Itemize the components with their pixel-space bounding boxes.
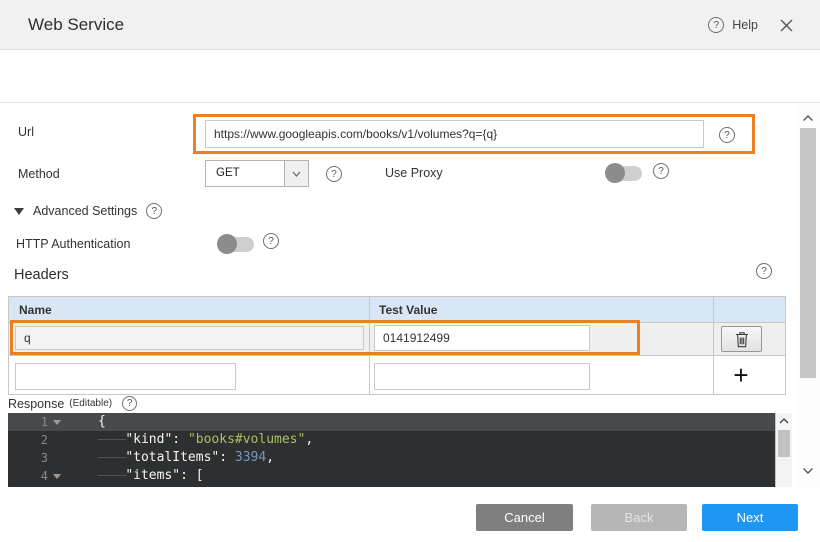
delete-row-button[interactable] xyxy=(721,326,762,352)
http-auth-help-icon[interactable]: ? xyxy=(263,233,279,249)
url-highlight-annotation xyxy=(193,114,755,154)
next-button[interactable]: Next xyxy=(702,504,798,531)
help-label[interactable]: Help xyxy=(732,18,758,32)
form-content: Url ? Method GET ? Use Proxy ? Advanced … xyxy=(0,104,820,487)
toggle-knob xyxy=(217,234,237,254)
dialog-footer: Cancel Back Next xyxy=(0,487,820,542)
method-select-value: GET xyxy=(206,161,284,186)
advanced-settings-help-icon[interactable]: ? xyxy=(146,203,162,219)
wizard-stepper: 1 2 Import WebService Configure WebServi… xyxy=(0,50,820,103)
caret-up-icon[interactable] xyxy=(801,110,815,128)
advanced-settings-label: Advanced Settings xyxy=(33,204,137,218)
use-proxy-help-icon[interactable]: ? xyxy=(653,163,669,179)
response-help-icon[interactable]: ? xyxy=(122,396,137,411)
http-auth-label: HTTP Authentication xyxy=(16,237,130,251)
advanced-settings-toggle[interactable]: Advanced Settings ? xyxy=(14,203,162,219)
headers-help-icon[interactable]: ? xyxy=(756,263,772,279)
back-button[interactable]: Back xyxy=(591,504,687,531)
code-line[interactable]: 3————"totalItems": 3394, xyxy=(8,449,775,467)
response-label: Response xyxy=(8,397,64,411)
code-line[interactable]: 1{ xyxy=(8,413,775,431)
help-icon[interactable]: ? xyxy=(708,17,724,33)
chevron-down-icon[interactable] xyxy=(284,161,308,186)
dialog-titlebar: Web Service ? Help xyxy=(0,0,820,50)
code-line[interactable]: 2————"kind": "books#volumes", xyxy=(8,431,775,449)
new-header-name-input[interactable] xyxy=(15,363,236,390)
caret-down-icon[interactable] xyxy=(801,463,815,481)
fold-arrow-icon[interactable] xyxy=(53,420,61,425)
toggle-knob xyxy=(605,163,625,183)
response-editable-note: (Editable) xyxy=(69,398,112,409)
code-line[interactable]: 4————"items": [ xyxy=(8,467,775,485)
code-lines[interactable]: 1{2————"kind": "books#volumes",3————"tot… xyxy=(8,413,775,487)
url-label: Url xyxy=(18,125,34,139)
http-auth-toggle[interactable] xyxy=(218,237,254,252)
caret-up-icon[interactable] xyxy=(778,415,790,430)
page-title: Web Service xyxy=(28,15,124,35)
content-scrollbar[interactable] xyxy=(798,104,818,487)
header-row-highlight-annotation xyxy=(10,320,640,355)
add-row-button[interactable]: + xyxy=(729,360,753,390)
plus-icon: + xyxy=(733,360,748,390)
new-header-test-value-input[interactable] xyxy=(374,363,590,390)
trash-icon xyxy=(735,331,749,348)
column-divider xyxy=(713,297,714,394)
method-select[interactable]: GET xyxy=(205,160,309,187)
response-code-editor[interactable]: 1{2————"kind": "books#volumes",3————"tot… xyxy=(8,413,792,487)
content-scrollbar-thumb[interactable] xyxy=(800,128,816,378)
column-header-test-value: Test Value xyxy=(379,303,437,317)
triangle-down-icon xyxy=(14,208,24,215)
method-help-icon[interactable]: ? xyxy=(326,166,342,182)
headers-section-title: Headers xyxy=(14,267,69,283)
use-proxy-toggle[interactable] xyxy=(606,166,642,181)
cancel-button[interactable]: Cancel xyxy=(476,504,573,531)
fold-arrow-icon[interactable] xyxy=(53,474,61,479)
web-service-dialog: Web Service ? Help 1 2 Import WebService… xyxy=(0,0,820,542)
method-label: Method xyxy=(18,167,60,181)
column-header-name: Name xyxy=(19,303,52,317)
editor-scrollbar-thumb[interactable] xyxy=(778,430,790,457)
use-proxy-label: Use Proxy xyxy=(385,166,443,180)
close-icon[interactable] xyxy=(780,19,793,32)
editor-scrollbar[interactable] xyxy=(775,413,792,487)
